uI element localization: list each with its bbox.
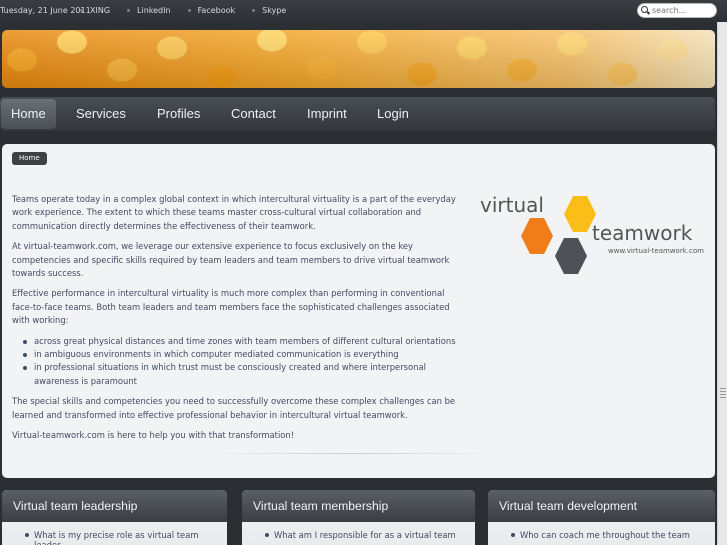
search-input[interactable] bbox=[652, 6, 714, 15]
box-title[interactable]: Virtual team membership bbox=[242, 490, 475, 522]
social-links: XING LinkedIn Facebook Skype bbox=[80, 6, 303, 15]
linkedin-link[interactable]: LinkedIn bbox=[127, 6, 171, 15]
bullet-icon bbox=[80, 9, 83, 12]
facebook-link-label: Facebook bbox=[197, 6, 236, 15]
logo-hex-gray bbox=[555, 238, 587, 274]
breadcrumb[interactable]: Home bbox=[12, 152, 47, 165]
nav-item-profiles[interactable]: Profiles bbox=[147, 99, 210, 129]
skype-link-label: Skype bbox=[262, 6, 287, 15]
paragraph-leverage: At virtual-teamwork.com, we leverage our… bbox=[12, 241, 450, 279]
box-membership: Virtual team membership What am I respon… bbox=[242, 490, 475, 545]
xing-link[interactable]: XING bbox=[80, 6, 110, 15]
logo-url: www.virtual-teamwork.com bbox=[608, 247, 704, 255]
paragraph-skills: The special skills and competencies you … bbox=[12, 396, 456, 420]
nav-item-services[interactable]: Services bbox=[66, 99, 136, 129]
list-item: across great physical distances and time… bbox=[12, 335, 467, 348]
box-list-item[interactable]: What am I responsible for as a virtual t… bbox=[242, 530, 475, 540]
main-nav: Home Services Profiles Contact Imprint L… bbox=[0, 97, 715, 131]
honeycomb-banner bbox=[2, 30, 715, 88]
date-label: Tuesday, 21 June 2011 bbox=[0, 6, 91, 15]
bullet-icon bbox=[127, 9, 131, 12]
linkedin-link-label: LinkedIn bbox=[137, 6, 171, 15]
box-development: Virtual team development Who can coach m… bbox=[488, 490, 715, 545]
virtual-teamwork-logo: virtual teamwork www.virtual-teamwork.co… bbox=[478, 191, 708, 286]
nav-item-contact[interactable]: Contact bbox=[221, 99, 286, 129]
skype-link[interactable]: Skype bbox=[252, 6, 286, 15]
nav-item-imprint[interactable]: Imprint bbox=[297, 99, 357, 129]
main-content-panel: Home Teams operate today in a complex gl… bbox=[2, 144, 715, 478]
paragraph-closing: Virtual-teamwork.com is here to help you… bbox=[12, 430, 295, 441]
search-icon[interactable] bbox=[641, 6, 650, 15]
facebook-link[interactable]: Facebook bbox=[187, 6, 236, 15]
list-item: in professional situations in which trus… bbox=[12, 361, 467, 388]
scrollbar[interactable] bbox=[717, 22, 727, 545]
box-list-item[interactable]: What is my precise role as virtual team … bbox=[2, 530, 227, 545]
challenges-list: across great physical distances and time… bbox=[12, 335, 467, 389]
paragraph-intro: Teams operate today in a complex global … bbox=[12, 194, 456, 231]
paragraph-complexity: Effective performance in intercultural v… bbox=[12, 288, 450, 326]
list-item: in ambiguous environments in which compu… bbox=[12, 348, 467, 361]
search-box[interactable] bbox=[637, 3, 717, 18]
box-list-item[interactable]: Who can coach me throughout the team bbox=[488, 530, 715, 540]
article-body: Teams operate today in a complex global … bbox=[12, 193, 467, 450]
top-bar: Tuesday, 21 June 2011 XING LinkedIn Face… bbox=[0, 0, 727, 22]
nav-item-login[interactable]: Login bbox=[367, 99, 419, 129]
logo-word-virtual: virtual bbox=[480, 193, 544, 217]
content-divider bbox=[202, 453, 502, 454]
bullet-icon bbox=[187, 9, 191, 12]
scrollbar-grip[interactable] bbox=[720, 388, 726, 400]
logo-hex-orange bbox=[521, 218, 553, 254]
logo-word-teamwork: teamwork bbox=[592, 221, 693, 245]
box-title[interactable]: Virtual team development bbox=[488, 490, 715, 522]
bullet-icon bbox=[252, 9, 256, 12]
xing-link-label: XING bbox=[90, 6, 111, 15]
box-leadership: Virtual team leadership What is my preci… bbox=[2, 490, 227, 545]
nav-item-home[interactable]: Home bbox=[1, 99, 56, 129]
box-title[interactable]: Virtual team leadership bbox=[2, 490, 227, 522]
